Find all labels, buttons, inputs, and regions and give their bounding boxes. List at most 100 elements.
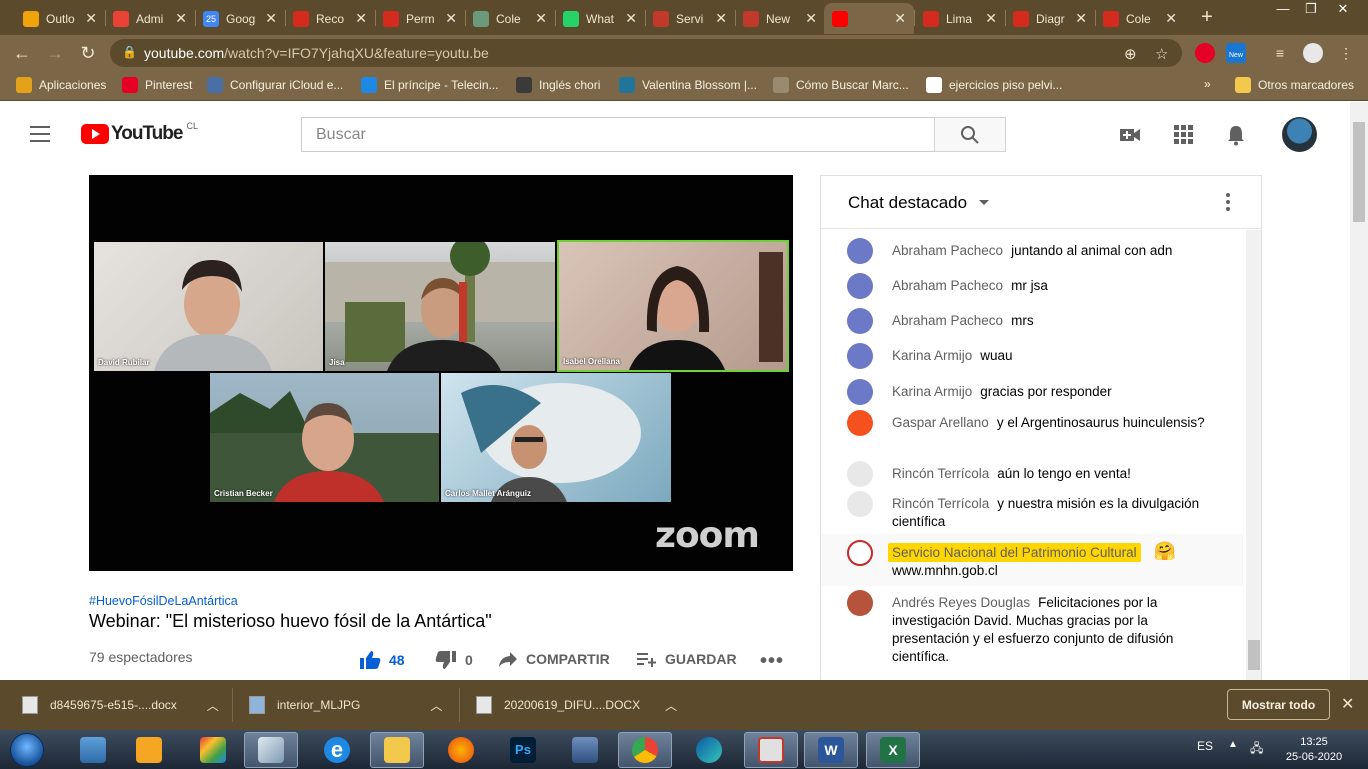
- taskbar-app[interactable]: e: [310, 732, 364, 768]
- taskbar-app[interactable]: Ps: [496, 732, 550, 768]
- video-hashtag-link[interactable]: #HuevoFósilDeLaAntártica: [89, 594, 238, 608]
- chat-message[interactable]: Karina Armijo wuau: [821, 343, 1243, 383]
- chat-author-name[interactable]: Karina Armijo: [892, 384, 972, 399]
- browser-tab[interactable]: Perm ✕: [375, 3, 465, 34]
- bookmark-item[interactable]: Pinterest: [122, 77, 192, 93]
- close-downloads-icon[interactable]: ✕: [1341, 694, 1354, 714]
- taskbar-app[interactable]: [370, 732, 424, 768]
- network-tray-icon[interactable]: 🖧: [1250, 739, 1263, 760]
- share-button[interactable]: COMPARTIR: [498, 650, 610, 668]
- pinterest-extension-icon[interactable]: [1195, 43, 1215, 63]
- forward-arrow-icon[interactable]: →: [45, 43, 65, 63]
- bookmark-item[interactable]: ejercicios piso pelvi...: [926, 77, 1062, 93]
- chat-author-name[interactable]: Andrés Reyes Douglas: [892, 595, 1030, 610]
- chat-author-name[interactable]: Abraham Pacheco: [892, 278, 1003, 293]
- tab-close-icon[interactable]: ✕: [265, 10, 277, 27]
- chat-author-avatar[interactable]: [847, 273, 873, 299]
- taskbar-app[interactable]: [744, 732, 798, 768]
- save-button[interactable]: GUARDAR: [637, 650, 737, 668]
- like-button[interactable]: 48: [359, 650, 405, 670]
- chat-author-avatar[interactable]: [847, 491, 873, 517]
- tab-close-icon[interactable]: ✕: [625, 10, 637, 27]
- chat-author-name[interactable]: Gaspar Arellano: [892, 415, 989, 430]
- search-input[interactable]: Buscar: [301, 117, 935, 152]
- chat-author-avatar[interactable]: [847, 379, 873, 405]
- video-player[interactable]: David Rubilar Jisa Isabel Orellana Crist…: [89, 175, 793, 571]
- download-item[interactable]: d8459675-e515-....docx ︿: [22, 680, 219, 730]
- tab-close-icon[interactable]: ✕: [1165, 10, 1177, 27]
- tray-expand-icon[interactable]: ▲: [1228, 739, 1238, 750]
- language-indicator[interactable]: ES: [1197, 739, 1213, 753]
- browser-tab[interactable]: Cole ✕: [1095, 3, 1185, 34]
- chat-message[interactable]: Abraham Pacheco juntando al animal con ad…: [821, 238, 1243, 278]
- other-bookmarks-folder[interactable]: Otros marcadores: [1235, 77, 1354, 93]
- chat-message[interactable]: Abraham Pacheco mrs: [821, 308, 1243, 348]
- chat-author-avatar[interactable]: [847, 238, 873, 264]
- chat-scrollbar[interactable]: [1246, 230, 1261, 684]
- close-window-button[interactable]: ✕: [1326, 0, 1360, 20]
- menu-kebab-icon[interactable]: ⋮: [1336, 43, 1356, 63]
- account-avatar[interactable]: [1282, 117, 1317, 152]
- chevron-up-icon[interactable]: ︿: [430, 697, 442, 714]
- apps-grid-icon[interactable]: [1172, 124, 1194, 146]
- download-item[interactable]: interior_MLJPG ︿: [249, 680, 442, 730]
- reload-icon[interactable]: ↻: [78, 43, 98, 63]
- chat-author-name[interactable]: Rincón Terrícola: [892, 466, 989, 481]
- browser-tab[interactable]: 25 Goog ✕: [195, 3, 285, 34]
- chat-message[interactable]: Gaspar Arellano y el Argentinosaurus huin…: [821, 410, 1243, 450]
- reading-list-icon[interactable]: ≡: [1270, 43, 1290, 63]
- hamburger-menu-icon[interactable]: [30, 126, 50, 147]
- show-all-downloads-button[interactable]: Mostrar todo: [1227, 689, 1330, 720]
- chevron-up-icon[interactable]: ︿: [665, 697, 677, 714]
- system-clock[interactable]: 13:25 25-06-2020: [1282, 735, 1346, 765]
- chevron-up-icon[interactable]: ︿: [207, 697, 219, 714]
- browser-tab[interactable]: Outlo ✕: [15, 3, 105, 34]
- taskbar-app[interactable]: [618, 732, 672, 768]
- chat-mode-dropdown[interactable]: Chat destacado: [848, 193, 967, 213]
- profile-icon[interactable]: [1303, 43, 1323, 63]
- chat-author-avatar[interactable]: [847, 540, 873, 566]
- new-extension-icon[interactable]: New: [1226, 43, 1246, 63]
- notifications-bell-icon[interactable]: [1225, 124, 1247, 146]
- chevron-down-icon[interactable]: [979, 200, 989, 205]
- chat-message[interactable]: Abraham Pacheco mr jsa: [821, 273, 1243, 313]
- browser-tab[interactable]: Servi ✕: [645, 3, 735, 34]
- taskbar-app[interactable]: [434, 732, 488, 768]
- tab-close-icon[interactable]: ✕: [894, 10, 906, 27]
- taskbar-app[interactable]: [558, 732, 612, 768]
- taskbar-app[interactable]: [66, 732, 120, 768]
- browser-tab[interactable]: Diagr ✕: [1005, 3, 1095, 34]
- chat-message[interactable]: Rincón Terrícola y nuestra misión es la d…: [821, 491, 1243, 531]
- youtube-logo[interactable]: YouTube CL: [81, 121, 198, 145]
- taskbar-app[interactable]: [244, 732, 298, 768]
- chat-message[interactable]: Andrés Reyes Douglas Felicitaciones por l…: [821, 590, 1243, 664]
- zoom-icon[interactable]: ⊕: [1124, 45, 1137, 63]
- tab-close-icon[interactable]: ✕: [85, 10, 97, 27]
- chat-author-name[interactable]: Servicio Nacional del Patrimonio Cultura…: [888, 543, 1141, 562]
- dislike-button[interactable]: 0: [435, 650, 473, 670]
- chat-author-name[interactable]: Abraham Pacheco: [892, 243, 1003, 258]
- browser-tab[interactable]: Reco ✕: [285, 3, 375, 34]
- chat-message[interactable]: Servicio Nacional del Patrimonio Cultura…: [821, 534, 1243, 586]
- page-scrollbar[interactable]: [1350, 102, 1368, 680]
- tab-close-icon[interactable]: ✕: [445, 10, 457, 27]
- download-item[interactable]: 20200619_DIFU....DOCX ︿: [476, 680, 677, 730]
- taskbar-app[interactable]: X: [866, 732, 920, 768]
- tab-close-icon[interactable]: ✕: [535, 10, 547, 27]
- chat-author-avatar[interactable]: [847, 308, 873, 334]
- windows-start-button[interactable]: [10, 733, 44, 767]
- url-bar[interactable]: 🔒 youtube.com/watch?v=IFO7YjahqXU&featur…: [110, 39, 1182, 67]
- bookmark-item[interactable]: Aplicaciones: [16, 77, 106, 93]
- tab-close-icon[interactable]: ✕: [355, 10, 367, 27]
- browser-tab-active[interactable]: ✕: [824, 3, 914, 34]
- browser-tab[interactable]: Lima ✕: [915, 3, 1005, 34]
- browser-tab[interactable]: New ✕: [735, 3, 825, 34]
- browser-tab[interactable]: Cole ✕: [465, 3, 555, 34]
- taskbar-app[interactable]: [682, 732, 736, 768]
- chat-author-avatar[interactable]: [847, 343, 873, 369]
- back-arrow-icon[interactable]: ←: [12, 43, 32, 63]
- chat-author-avatar[interactable]: [847, 410, 873, 436]
- bookmark-item[interactable]: Valentina Blossom |...: [619, 77, 757, 93]
- bookmark-item[interactable]: Inglés chori: [516, 77, 600, 93]
- bookmark-item[interactable]: El príncipe - Telecin...: [361, 77, 499, 93]
